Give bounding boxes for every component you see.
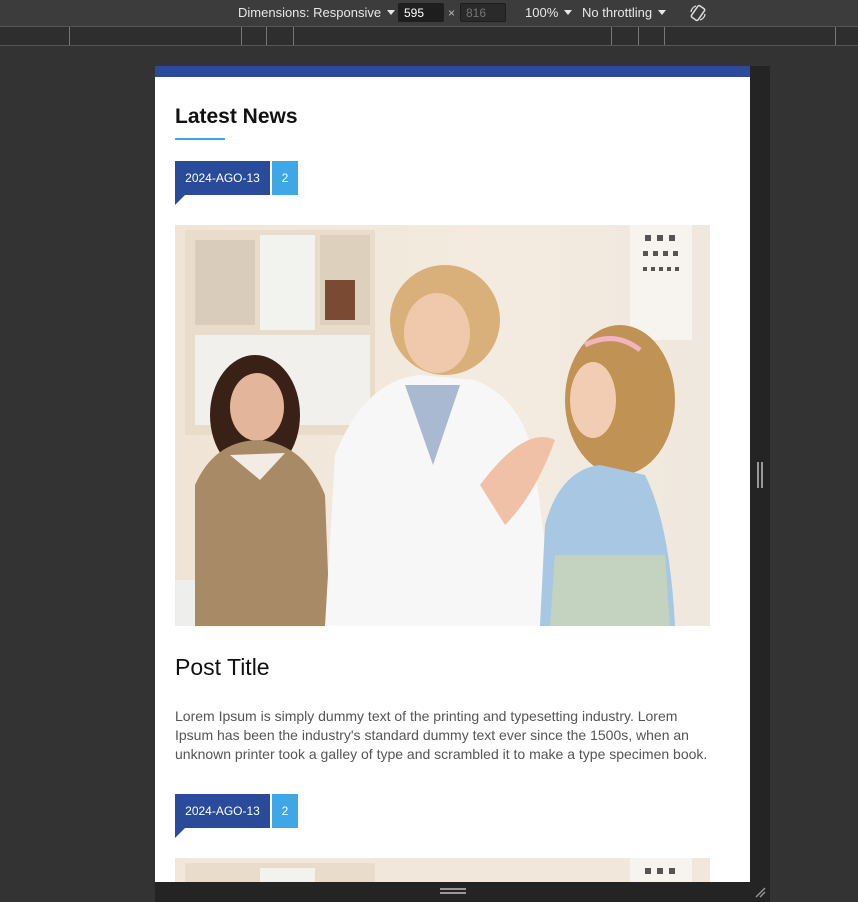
resize-corner-icon[interactable] <box>754 886 766 898</box>
chevron-down-icon <box>564 10 573 15</box>
comment-count-badge[interactable]: 2 <box>272 794 298 828</box>
throttling-dropdown[interactable]: No throttling <box>582 5 667 20</box>
chevron-down-icon <box>387 10 396 15</box>
width-input[interactable] <box>398 3 444 22</box>
grip-horizontal-icon <box>440 888 466 894</box>
date-badge: 2024-AGO-13 <box>175 161 270 195</box>
chevron-down-icon <box>658 10 667 15</box>
zoom-label: 100% <box>525 5 559 20</box>
section-title: Latest News <box>175 105 298 128</box>
date-badge-tail <box>175 828 185 838</box>
date-badge: 2024-AGO-13 <box>175 794 270 828</box>
post-image[interactable] <box>175 225 710 626</box>
post-excerpt: Lorem Ipsum is simply dummy text of the … <box>175 708 708 762</box>
grip-vertical-icon <box>757 462 763 488</box>
devtools-device-toolbar: Dimensions: Responsive × 100% No throttl… <box>0 0 858 26</box>
zoom-dropdown[interactable]: 100% <box>525 5 573 20</box>
comment-count-badge[interactable]: 2 <box>272 161 298 195</box>
post-image[interactable] <box>175 858 710 882</box>
header-stripe <box>155 66 750 77</box>
height-input[interactable] <box>460 3 506 22</box>
date-badge-tail <box>175 195 185 205</box>
dimensions-label: Dimensions: Responsive <box>238 5 382 20</box>
times-separator: × <box>448 6 456 20</box>
title-underline <box>175 138 225 140</box>
device-viewport: Latest News 2024-AGO-13 2 Post Title Lor… <box>155 66 750 882</box>
post-title[interactable]: Post Title <box>175 654 270 681</box>
dimensions-dropdown[interactable]: Dimensions: Responsive <box>238 5 396 20</box>
throttling-label: No throttling <box>582 5 653 20</box>
media-query-ruler <box>0 26 858 46</box>
rotate-icon[interactable] <box>688 3 708 23</box>
